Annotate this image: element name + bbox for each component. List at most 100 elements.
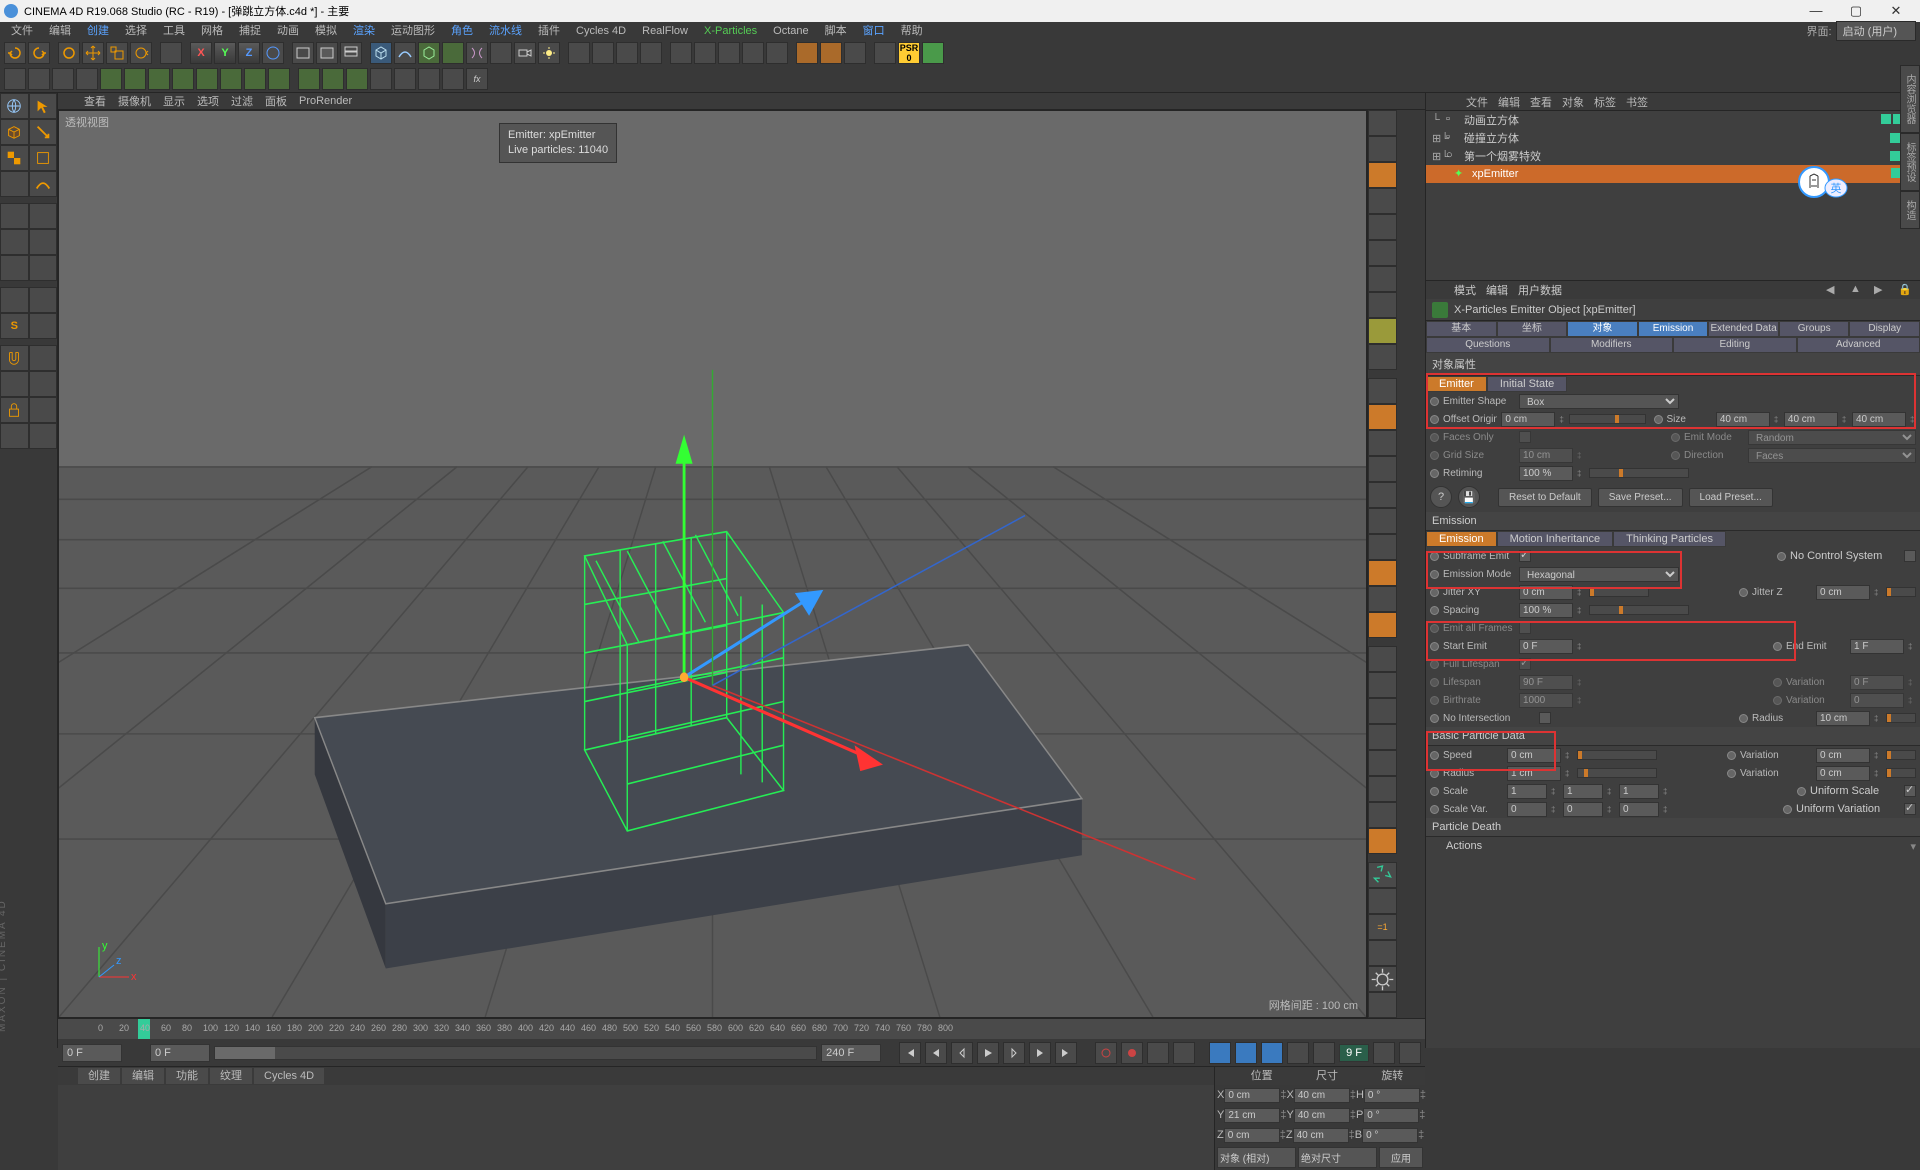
timeline-mid[interactable] [821, 1044, 881, 1062]
spacing-slider[interactable] [1589, 605, 1689, 615]
scale-z[interactable] [1619, 784, 1659, 799]
size-x-input[interactable] [1716, 412, 1770, 427]
lt-misc4[interactable] [29, 397, 58, 423]
rt-11[interactable] [1368, 378, 1397, 404]
rtab-2[interactable]: 标签预设 [1900, 133, 1920, 191]
lt-polys[interactable] [0, 255, 29, 281]
environment[interactable] [490, 42, 512, 64]
rt-gear[interactable] [1368, 966, 1397, 992]
layout-dropdown[interactable]: 启动 (用户) [1836, 21, 1916, 41]
tb2-10[interactable] [220, 68, 242, 90]
move-tool[interactable] [82, 42, 104, 64]
rtab-1[interactable]: 内容浏览器 [1900, 65, 1920, 133]
rt-4[interactable] [1368, 188, 1397, 214]
play-button[interactable] [977, 1042, 999, 1064]
faces-only-check[interactable] [1519, 431, 1531, 443]
tool-n[interactable] [922, 42, 944, 64]
lt-lock[interactable] [29, 287, 58, 313]
subtab-emitter[interactable]: Emitter [1426, 376, 1487, 392]
lt-misc2[interactable] [29, 345, 58, 371]
tb2-13[interactable] [298, 68, 320, 90]
lt-workplane[interactable] [0, 371, 29, 397]
subtab-em-emission[interactable]: Emission [1426, 531, 1497, 547]
tab-modifiers[interactable]: Modifiers [1550, 337, 1674, 353]
lt-cube[interactable] [0, 119, 29, 145]
rt-12[interactable] [1368, 404, 1397, 430]
tool-d[interactable] [640, 42, 662, 64]
key-s[interactable] [1235, 1042, 1257, 1064]
key-misc2[interactable] [1313, 1042, 1335, 1064]
rt-recycle[interactable] [1368, 862, 1397, 888]
emitter-shape-dd[interactable]: Box [1519, 394, 1679, 409]
menu-realflow[interactable]: RealFlow [635, 22, 695, 40]
rt-24[interactable] [1368, 724, 1397, 750]
attr-mode[interactable]: 模式 [1454, 282, 1476, 298]
tab-groups[interactable]: Groups [1779, 321, 1850, 337]
rt-7[interactable] [1368, 266, 1397, 292]
tool-b[interactable] [592, 42, 614, 64]
var2-input[interactable] [1816, 766, 1870, 781]
offset-slider[interactable] [1569, 414, 1645, 424]
retiming-input[interactable] [1519, 466, 1573, 481]
tb2-8[interactable] [172, 68, 194, 90]
tab-editing[interactable]: Editing [1673, 337, 1797, 353]
bp-tab-func[interactable]: 功能 [166, 1068, 208, 1084]
lt-points[interactable] [0, 203, 29, 229]
menu-plugins[interactable]: 插件 [531, 22, 567, 40]
nav-up-icon[interactable]: ▲ [1850, 283, 1864, 297]
sv-z[interactable] [1619, 802, 1659, 817]
redo-button[interactable] [28, 42, 50, 64]
vh-panel[interactable]: 面板 [265, 93, 287, 109]
tool-c[interactable] [616, 42, 638, 64]
size-z-input[interactable] [1852, 412, 1906, 427]
lt-rot2[interactable] [29, 255, 58, 281]
radius-slider[interactable] [1577, 768, 1657, 778]
sv-y[interactable] [1563, 802, 1603, 817]
reset-default-button[interactable]: Reset to Default [1498, 488, 1592, 507]
lt-checker[interactable] [0, 145, 29, 171]
prev-frame[interactable] [951, 1042, 973, 1064]
menu-edit[interactable]: 编辑 [42, 22, 78, 40]
coord-apply[interactable]: 应用 [1379, 1147, 1423, 1168]
menu-window[interactable]: 窗口 [856, 22, 892, 40]
lt-axis[interactable] [0, 287, 29, 313]
univar-check[interactable] [1904, 803, 1916, 815]
rt-18[interactable] [1368, 560, 1397, 586]
var1-slider[interactable] [1886, 750, 1916, 760]
rt-20[interactable] [1368, 612, 1397, 638]
maximize-button[interactable]: ▢ [1836, 0, 1876, 22]
deformer[interactable] [466, 42, 488, 64]
select-tool[interactable] [58, 42, 80, 64]
objmgr-bookmarks[interactable]: 书签 [1626, 94, 1648, 110]
var2-slider[interactable] [1886, 768, 1916, 778]
end-emit-input[interactable] [1850, 639, 1904, 654]
lt-s[interactable]: S [0, 313, 29, 339]
tb2-14[interactable] [322, 68, 344, 90]
rtab-3[interactable]: 构造 [1900, 191, 1920, 229]
pos-y[interactable] [1224, 1108, 1280, 1123]
axis-x-toggle[interactable]: X [190, 42, 212, 64]
camera-create[interactable] [514, 42, 536, 64]
menu-animate[interactable]: 动画 [270, 22, 306, 40]
timeline-end[interactable]: 9 F [1339, 1044, 1369, 1062]
tb2-18[interactable] [418, 68, 440, 90]
menu-cycles4d[interactable]: Cycles 4D [569, 22, 633, 40]
rotate-tool[interactable] [130, 42, 152, 64]
lt-misc3[interactable] [29, 371, 58, 397]
preset-menu-button[interactable]: ? [1430, 486, 1452, 508]
rt-15[interactable] [1368, 482, 1397, 508]
rt-25[interactable] [1368, 750, 1397, 776]
tool-misc[interactable] [160, 42, 182, 64]
rt-10[interactable] [1368, 344, 1397, 370]
menu-select[interactable]: 选择 [118, 22, 154, 40]
menu-mograph[interactable]: 运动图形 [384, 22, 442, 40]
coord-size-dd[interactable]: 绝对尺寸 [1298, 1147, 1377, 1168]
goto-end[interactable] [1055, 1042, 1077, 1064]
scale-y[interactable] [1563, 784, 1603, 799]
attr-userdata[interactable]: 用户数据 [1518, 282, 1562, 298]
menu-script[interactable]: 脚本 [818, 22, 854, 40]
key-r[interactable] [1261, 1042, 1283, 1064]
load-preset-button[interactable]: Load Preset... [1689, 488, 1773, 507]
bp-tab-create[interactable]: 创建 [78, 1068, 120, 1084]
axis-y-toggle[interactable]: Y [214, 42, 236, 64]
